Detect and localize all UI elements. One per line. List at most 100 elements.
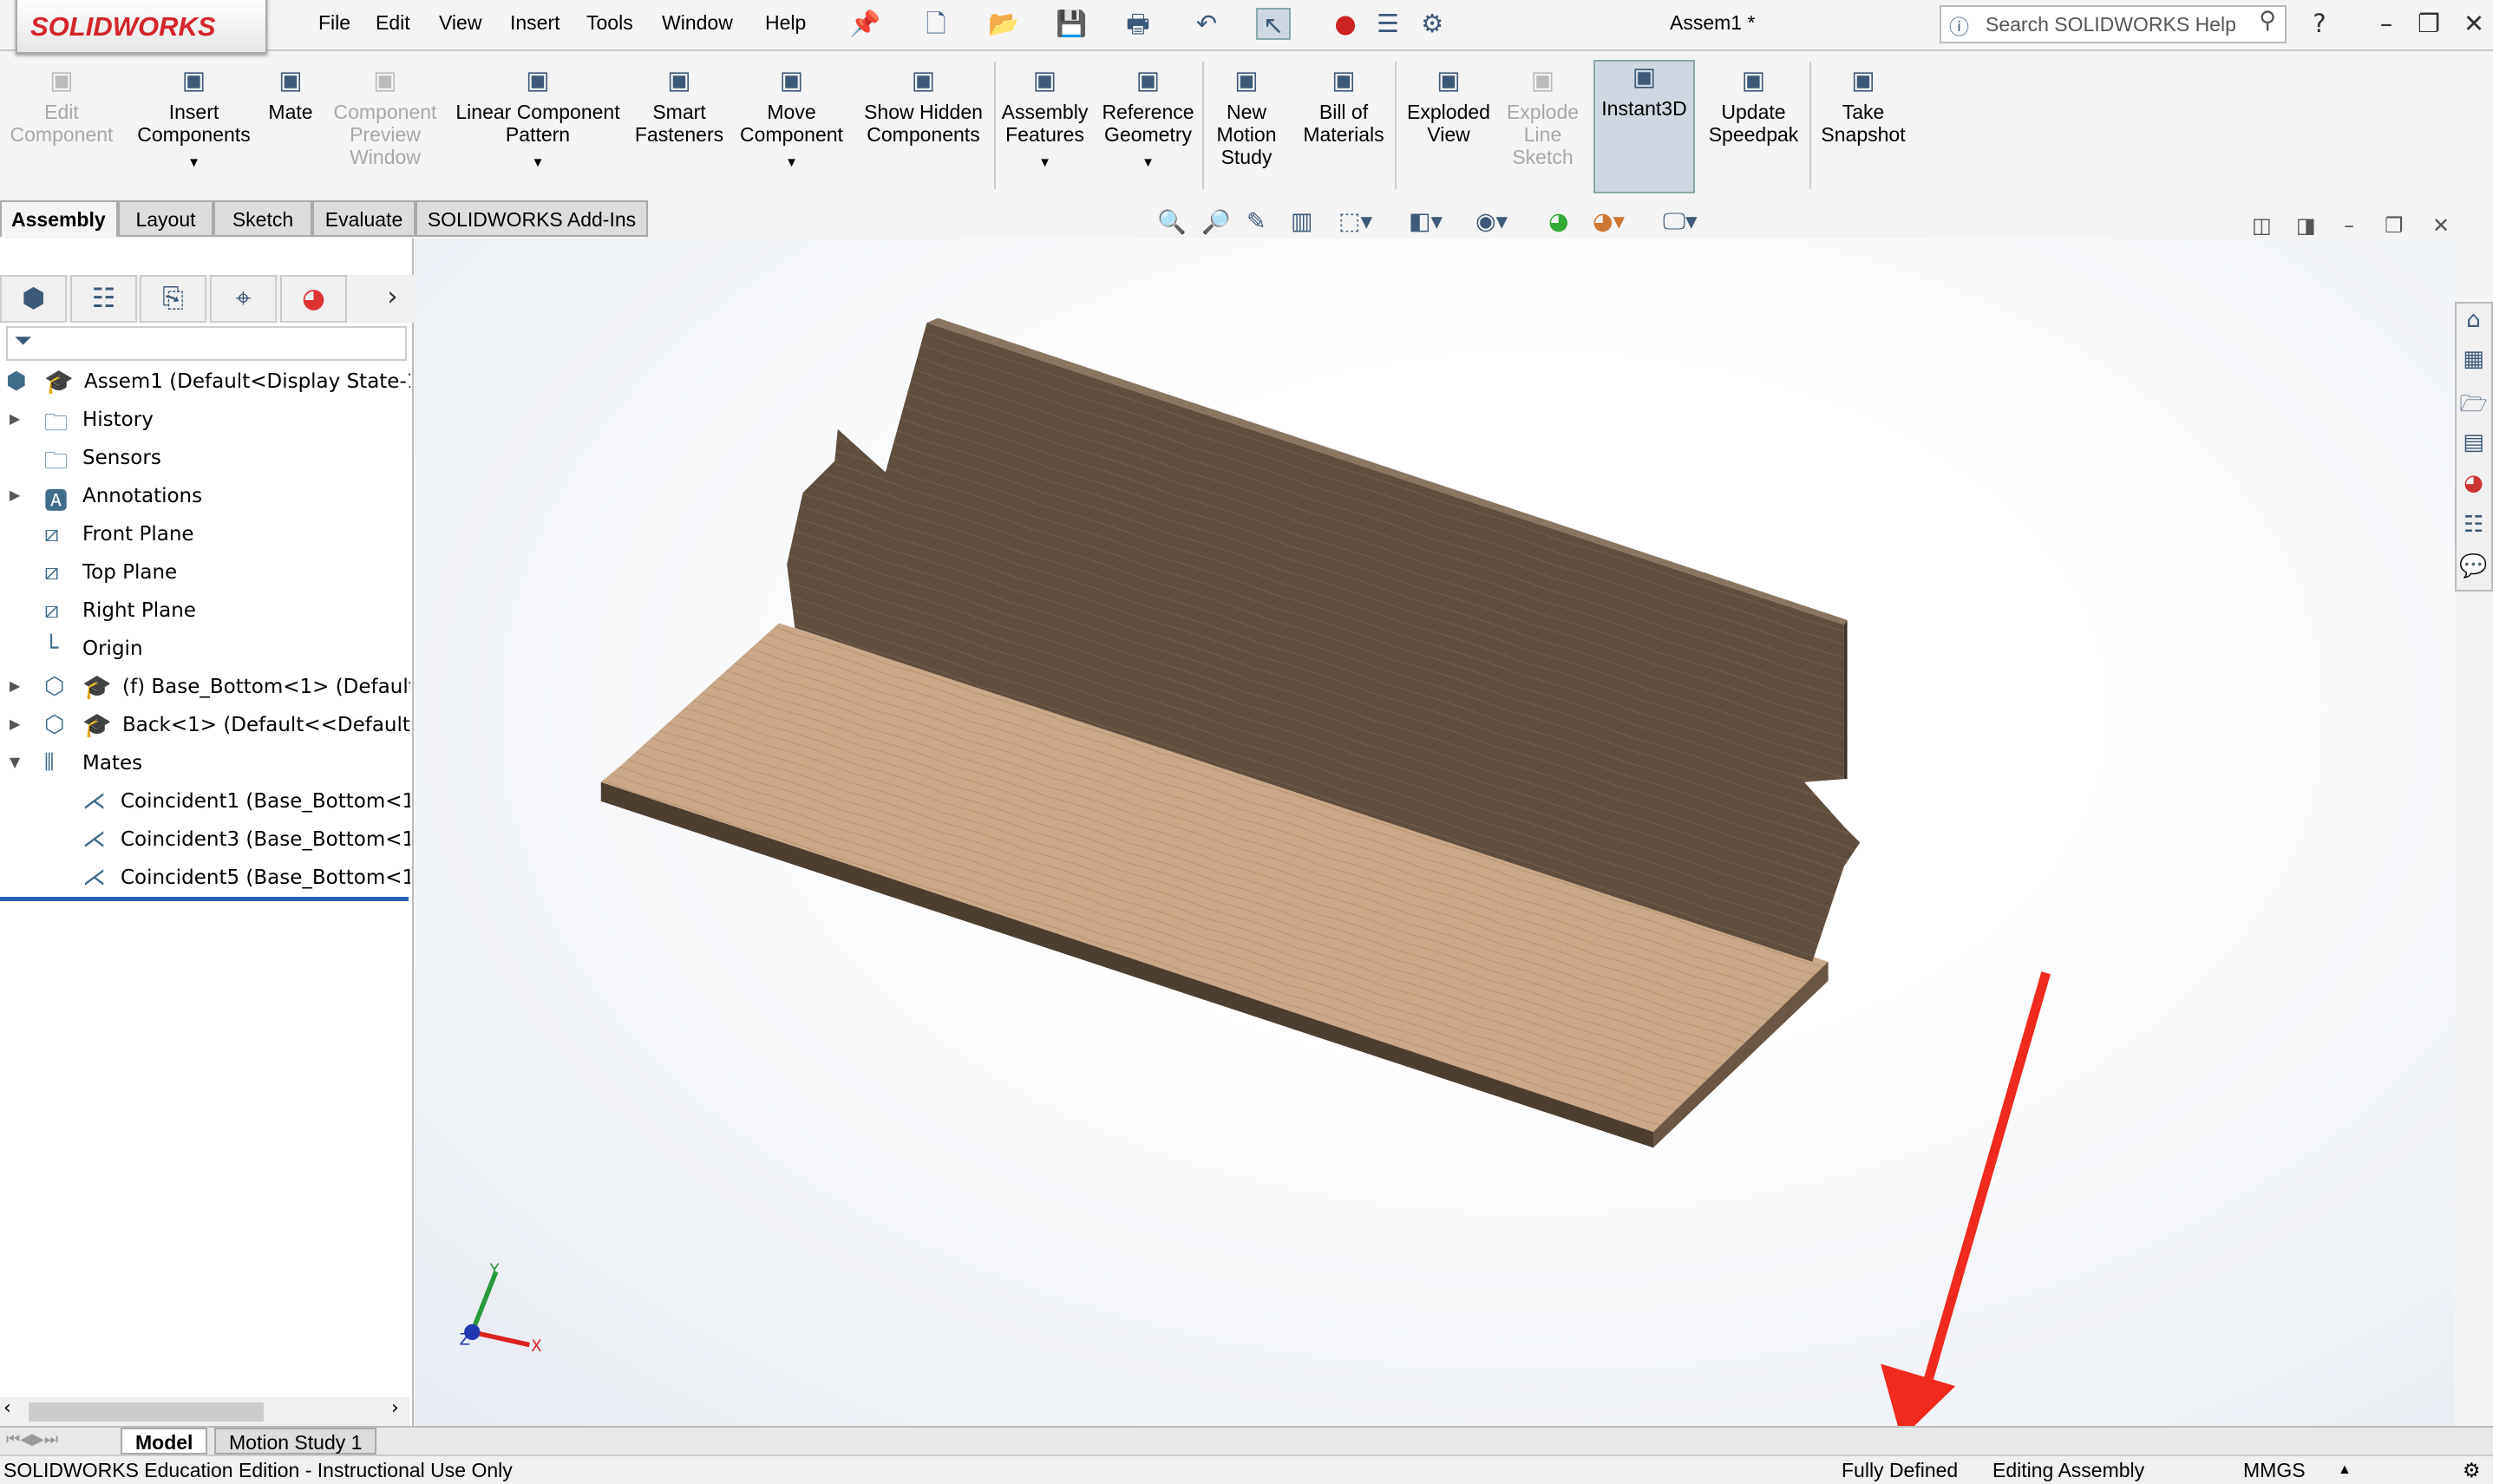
tree-item[interactable]: ⋌ Coincident3 (Base_Bottom<1>, xyxy=(0,822,410,860)
ribbon-instant3d-button[interactable]: ▣ Instant3D xyxy=(1593,60,1695,193)
menu-file[interactable]: File xyxy=(318,11,350,35)
graphics-area[interactable]: Y X Z xyxy=(415,239,2455,1426)
forum-icon[interactable]: 💬 xyxy=(2459,553,2488,588)
viewport-close-icon[interactable]: ✕ xyxy=(2432,213,2450,238)
dropdown-caret-icon[interactable]: ▼ xyxy=(731,152,852,174)
menu-window[interactable]: Window xyxy=(662,11,733,35)
apply-scene-icon[interactable]: ◕▾ xyxy=(1593,208,1625,235)
collapse-arrow-icon[interactable]: ▼ xyxy=(10,754,20,770)
home-icon[interactable]: ⌂ xyxy=(2459,307,2488,342)
ribbon-new-motion-study-button[interactable]: ▣ New Motion Study xyxy=(1207,65,1286,168)
dropdown-caret-icon[interactable]: ▼ xyxy=(1096,152,1201,174)
dropdown-caret-icon[interactable]: ▼ xyxy=(130,152,258,174)
tab-motion-study-1[interactable]: Motion Study 1 xyxy=(214,1428,377,1455)
horizontal-scrollbar[interactable]: ‹ › xyxy=(0,1397,410,1426)
view-settings-icon[interactable]: 🖵▾ xyxy=(1663,208,1698,236)
solidworks-logo[interactable]: SOLIDWORKS xyxy=(16,0,267,54)
viewport-split-left-icon[interactable]: ◫ xyxy=(2252,213,2272,238)
search-input[interactable]: ⓘ Search SOLIDWORKS Help ⚲ xyxy=(1940,5,2287,43)
select-icon[interactable]: ↖ xyxy=(1256,8,1291,40)
ribbon-mate-button[interactable]: ▣ Mate xyxy=(262,65,319,123)
tab-layout[interactable]: Layout xyxy=(118,200,213,237)
viewport-restore-icon[interactable]: ❐ xyxy=(2385,213,2404,238)
scroll-thumb[interactable] xyxy=(29,1402,264,1422)
zoom-to-area-icon[interactable]: 🔎 xyxy=(1201,208,1231,236)
ribbon-explode-line-sketch-button[interactable]: ▣ Explode Line Sketch xyxy=(1500,65,1586,168)
menu-tools[interactable]: Tools xyxy=(586,11,633,35)
display-manager-tab-icon[interactable]: ◕ xyxy=(280,275,347,323)
tree-item[interactable]: └ Origin xyxy=(0,631,410,670)
new-document-icon[interactable]: 🗋 xyxy=(919,8,953,40)
design-library-icon[interactable]: ▦ xyxy=(2459,346,2488,381)
tree-item[interactable]: ⋌ Coincident1 (Base_Bottom<1>, xyxy=(0,784,410,822)
viewport-split-right-icon[interactable]: ◨ xyxy=(2296,213,2316,238)
save-icon[interactable]: 💾 xyxy=(1054,8,1089,40)
minimize-icon[interactable]: – xyxy=(2369,8,2404,40)
edit-appearance-icon[interactable]: ◕ xyxy=(1548,208,1569,235)
tree-item[interactable]: ▶ ⬡ 🎓 Back<1> (Default<<Default>_D xyxy=(0,708,410,746)
ribbon-update-speedpak-button[interactable]: ▣ Update Speedpak xyxy=(1701,65,1806,146)
scroll-right-icon[interactable]: › xyxy=(391,1397,399,1419)
tab-assembly[interactable]: Assembly xyxy=(0,200,118,237)
ribbon-move-component-button[interactable]: ▣ Move Component ▼ xyxy=(731,65,852,174)
view-palette-icon[interactable]: ▤ xyxy=(2459,429,2488,464)
menu-insert[interactable]: Insert xyxy=(510,11,560,35)
search-icon[interactable]: ⚲ xyxy=(2259,7,2276,34)
open-icon[interactable]: 📂 xyxy=(986,8,1021,40)
appearances-icon[interactable]: ◕ xyxy=(2459,470,2488,505)
ribbon-take-snapshot-button[interactable]: ▣ Take Snapshot xyxy=(1816,65,1911,146)
previous-view-icon[interactable]: ✎ xyxy=(1246,208,1266,235)
expand-arrow-icon[interactable]: ▶ xyxy=(10,677,20,694)
expand-arrow-icon[interactable]: ▶ xyxy=(10,716,20,732)
file-properties-icon[interactable]: ☰ xyxy=(1371,8,1405,40)
ribbon-linear-component-pattern-button[interactable]: ▣ Linear Component Pattern ▼ xyxy=(450,65,625,174)
print-icon[interactable]: 🖶 xyxy=(1121,8,1155,40)
rollback-bar[interactable] xyxy=(0,897,409,901)
ribbon-component-preview-window-button[interactable]: ▣ Component Preview Window xyxy=(328,65,442,168)
ribbon-exploded-view-button[interactable]: ▣ Exploded View xyxy=(1401,65,1496,146)
ribbon-bill-of-materials-button[interactable]: ▣ Bill of Materials xyxy=(1296,65,1391,146)
dropdown-caret-icon[interactable]: ▼ xyxy=(450,152,625,174)
ribbon-assembly-features-button[interactable]: ▣ Assembly Features ▼ xyxy=(1000,65,1089,174)
rebuild-icon[interactable]: ● xyxy=(1328,8,1363,40)
tree-item[interactable]: ▶ 🅰 Annotations xyxy=(0,479,410,517)
configuration-manager-tab-icon[interactable]: ⎘ xyxy=(140,275,206,323)
ribbon-insert-components-button[interactable]: ▣ Insert Components ▼ xyxy=(130,65,258,174)
tree-item[interactable]: ▶ ⬡ 🎓 (f) Base_Bottom<1> (Default<< xyxy=(0,670,410,708)
tree-item[interactable]: ⋌ Coincident5 (Base_Bottom<1>, xyxy=(0,860,410,899)
display-style-icon[interactable]: ◧▾ xyxy=(1409,208,1443,235)
ribbon-edit-component-button[interactable]: ▣ Edit Component xyxy=(6,65,117,146)
expand-arrow-icon[interactable]: ▶ xyxy=(10,487,20,503)
tab-sketch[interactable]: Sketch xyxy=(213,200,312,237)
units-selector[interactable]: MMGS xyxy=(2243,1459,2306,1482)
tree-item[interactable]: ⧄ Top Plane xyxy=(0,555,410,593)
tab-addins[interactable]: SOLIDWORKS Add-Ins xyxy=(416,200,648,237)
ribbon-show-hidden-components-button[interactable]: ▣ Show Hidden Components xyxy=(863,65,984,146)
restore-icon[interactable]: ❐ xyxy=(2411,8,2446,40)
expand-arrow-icon[interactable]: ▶ xyxy=(10,410,20,427)
ribbon-reference-geometry-button[interactable]: ▣ Reference Geometry ▼ xyxy=(1096,65,1201,174)
tree-item[interactable]: ▼ ⫴ Mates xyxy=(0,746,410,784)
tree-item[interactable]: 🗀 Sensors xyxy=(0,441,410,479)
tab-model[interactable]: Model xyxy=(121,1428,208,1455)
tab-scroll-arrows-icon[interactable]: ⏮◀▶⏭ xyxy=(6,1430,58,1448)
view-orientation-icon[interactable]: ⬚▾ xyxy=(1338,208,1372,235)
menu-help[interactable]: Help xyxy=(765,11,806,35)
section-view-icon[interactable]: ▥ xyxy=(1291,208,1313,235)
tree-item[interactable]: ⧄ Right Plane xyxy=(0,593,410,631)
tab-evaluate[interactable]: Evaluate xyxy=(312,200,416,237)
filter-icon[interactable]: ⏷ xyxy=(6,326,407,361)
menu-edit[interactable]: Edit xyxy=(376,11,410,35)
units-caret-icon[interactable]: ▲ xyxy=(2338,1462,2352,1478)
options-gear-icon[interactable]: ⚙ xyxy=(1415,8,1449,40)
zoom-to-fit-icon[interactable]: 🔍 xyxy=(1157,208,1187,236)
dropdown-caret-icon[interactable]: ▼ xyxy=(1000,152,1089,174)
tree-item[interactable]: ⧄ Front Plane xyxy=(0,517,410,555)
custom-properties-icon[interactable]: ☷ xyxy=(2459,512,2488,546)
hide-show-items-icon[interactable]: ◉▾ xyxy=(1476,208,1508,235)
scroll-left-icon[interactable]: ‹ xyxy=(3,1397,11,1419)
feature-manager-tab-icon[interactable]: ⬢ xyxy=(0,275,67,323)
file-explorer-icon[interactable]: 🗁 xyxy=(2459,388,2488,422)
viewport-minimize-icon[interactable]: – xyxy=(2344,213,2354,238)
close-icon[interactable]: ✕ xyxy=(2457,8,2491,40)
